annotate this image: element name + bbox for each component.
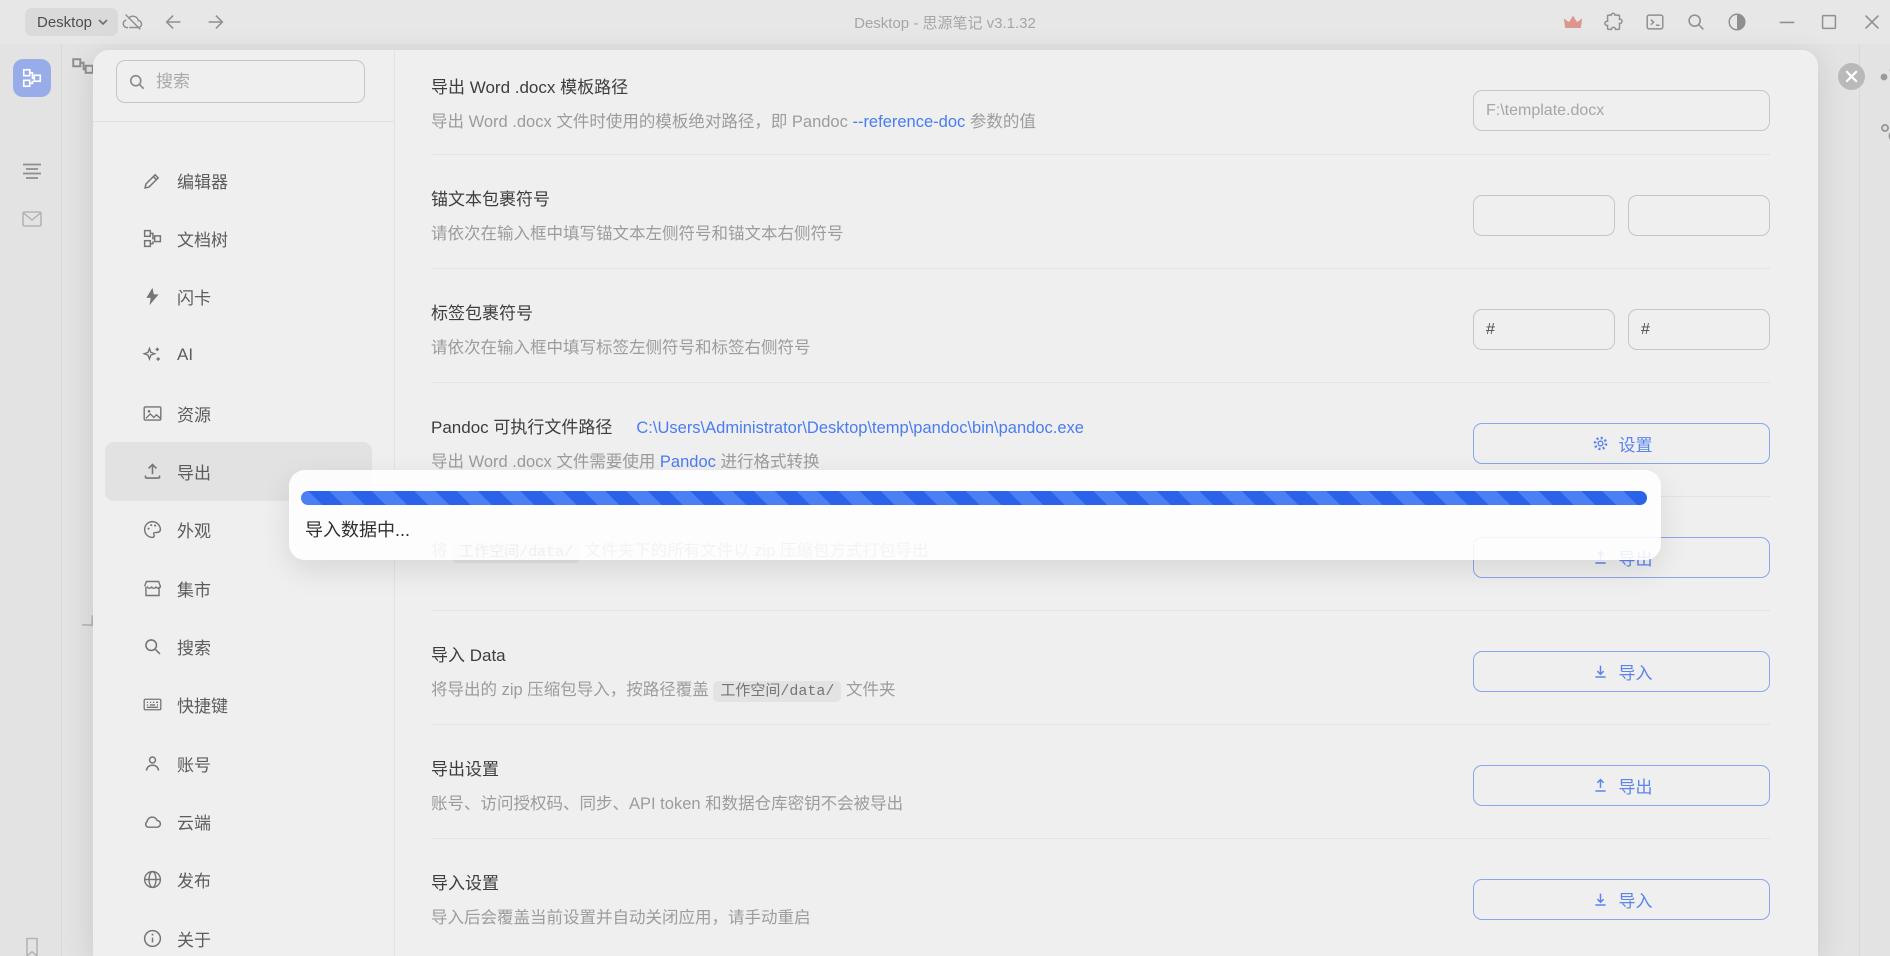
nav-label: 云端 [177, 813, 211, 833]
nav-item-doc-tree[interactable]: 文档树 [105, 209, 372, 267]
palette-icon [141, 519, 163, 541]
nav-label: 搜索 [177, 639, 211, 659]
nav-item-bazaar[interactable]: 集市 [105, 559, 372, 617]
search-icon [127, 72, 147, 92]
nav-label: 账号 [177, 755, 211, 775]
right-dock-partial-icon-2[interactable] [1880, 120, 1890, 146]
progress-overlay: 导入数据中... [289, 470, 1661, 560]
forward-icon[interactable] [203, 10, 227, 34]
workspace-switcher[interactable]: Desktop [25, 8, 119, 36]
anchor-right-input[interactable] [1628, 195, 1770, 236]
nav-item-ai[interactable]: AI [105, 326, 372, 384]
storefront-icon [141, 577, 163, 599]
nav-item-cloud[interactable]: 云端 [105, 792, 372, 850]
chevron-down-icon [98, 18, 108, 26]
back-icon[interactable] [162, 10, 186, 34]
setting-row-import-data: 导入 Data 将导出的 zip 压缩包导入，按路径覆盖 工作空间/data/ … [395, 611, 1818, 725]
search-icon [141, 636, 163, 658]
person-icon [141, 752, 163, 774]
import-data-button[interactable]: 导入 [1473, 651, 1770, 692]
nav-label: 快捷键 [177, 697, 228, 717]
setting-row-export-settings: 导出设置 账号、访问授权码、同步、API token 和数据仓库密钥不会被导出 … [395, 725, 1818, 839]
nav-label: 外观 [177, 522, 211, 542]
globe-icon [141, 869, 163, 891]
docx-template-input[interactable] [1473, 90, 1770, 131]
nav-item-search[interactable]: 搜索 [105, 617, 372, 675]
nav-item-editor[interactable]: 编辑器 [105, 151, 372, 209]
progress-bar [301, 491, 1647, 505]
search-input[interactable] [156, 71, 336, 92]
nav-label: 发布 [177, 872, 211, 892]
pencil-icon [141, 169, 163, 191]
setting-row-import-settings: 导入设置 导入后会覆盖当前设置并自动关闭应用，请手动重启 导入 [395, 839, 1818, 953]
info-icon [141, 927, 163, 949]
left-dock [0, 44, 62, 956]
dialog-close-button[interactable] [1838, 63, 1865, 90]
reference-doc-link[interactable]: --reference-doc [852, 113, 965, 131]
dock-inbox-icon[interactable] [19, 206, 45, 232]
pandoc-path-link[interactable]: C:\Users\Administrator\Desktop\temp\pand… [636, 419, 1084, 438]
maximize-icon[interactable] [1817, 10, 1841, 34]
terminal-icon[interactable] [1643, 10, 1667, 34]
pandoc-link[interactable]: Pandoc [660, 453, 716, 471]
plugin-icon[interactable] [1602, 10, 1626, 34]
nav-label: 闪卡 [177, 289, 211, 309]
nav-label: AI [177, 345, 194, 365]
nav-label: 编辑器 [177, 172, 228, 192]
search-icon[interactable] [1684, 10, 1708, 34]
nav-item-about[interactable]: 关于 [105, 909, 372, 956]
doc-tree-icon [141, 227, 163, 249]
right-dock-partial-icon[interactable] [1878, 66, 1890, 94]
progress-message: 导入数据中... [305, 520, 411, 540]
upload-icon [141, 461, 163, 483]
export-settings-button[interactable]: 导出 [1473, 765, 1770, 806]
workspace-label: Desktop [37, 13, 93, 31]
cloud-off-icon[interactable] [121, 10, 145, 34]
keyboard-icon [141, 694, 163, 716]
vip-crown-icon[interactable] [1561, 10, 1585, 34]
nav-item-account[interactable]: 账号 [105, 734, 372, 792]
close-window-icon[interactable] [1860, 10, 1884, 34]
titlebar: Desktop Desktop - 思源笔记 v3.1.32 [0, 0, 1890, 44]
setting-row-docx-template: 导出 Word .docx 模板路径 导出 Word .docx 文件时使用的模… [395, 50, 1818, 155]
nav-label: 集市 [177, 580, 211, 600]
sparkles-icon [141, 344, 163, 366]
setting-row-tag-symbols: 标签包裹符号 请依次在输入框中填写标签左侧符号和标签右侧符号 [395, 269, 1818, 383]
cloud-icon [141, 810, 163, 832]
nav-label: 导出 [177, 464, 211, 484]
pandoc-set-button[interactable]: 设置 [1473, 423, 1770, 464]
setting-row-anchor-symbols: 锚文本包裹符号 请依次在输入框中填写锚文本左侧符号和锚文本右侧符号 [395, 155, 1818, 269]
nav-item-publish[interactable]: 发布 [105, 851, 372, 909]
theme-mode-icon[interactable] [1725, 10, 1749, 34]
dock-outline-icon[interactable] [19, 158, 45, 184]
sidebar-divider [93, 121, 394, 122]
workspace-data-badge: 工作空间/data/ [713, 681, 842, 702]
tag-left-input[interactable] [1473, 309, 1615, 350]
image-icon [141, 402, 163, 424]
settings-search[interactable] [116, 60, 365, 103]
nav-label: 关于 [177, 930, 211, 950]
tag-right-input[interactable] [1628, 309, 1770, 350]
nav-label: 资源 [177, 405, 211, 425]
lightning-icon [141, 286, 163, 308]
nav-item-flashcard[interactable]: 闪卡 [105, 268, 372, 326]
anchor-left-input[interactable] [1473, 195, 1615, 236]
nav-item-assets[interactable]: 资源 [105, 384, 372, 442]
dock-doc-tree-active[interactable] [13, 59, 51, 97]
import-settings-button[interactable]: 导入 [1473, 879, 1770, 920]
nav-label: 文档树 [177, 230, 228, 250]
minimize-icon[interactable] [1775, 10, 1799, 34]
dock-bookmark-icon[interactable] [19, 934, 45, 956]
right-dock [1859, 44, 1890, 956]
nav-item-hotkeys[interactable]: 快捷键 [105, 676, 372, 734]
